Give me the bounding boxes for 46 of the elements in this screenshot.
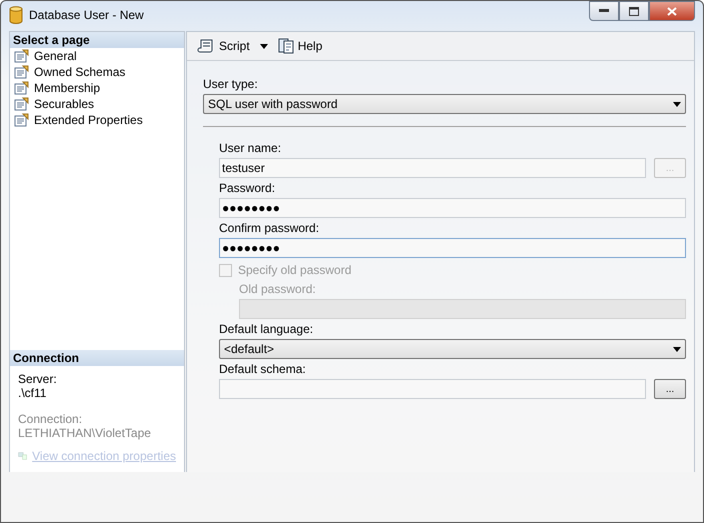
field-label: User name: <box>219 141 282 155</box>
input-field[interactable]: ●●●●●●●● <box>219 198 686 218</box>
server-label: Server: <box>18 372 58 386</box>
page-icon <box>14 97 30 111</box>
maximize-icon <box>629 6 639 16</box>
input-field[interactable] <box>219 379 646 399</box>
input-field[interactable]: ●●●●●●●● <box>219 238 686 258</box>
sidebar-item[interactable]: Securables <box>10 96 184 112</box>
page-icon <box>14 81 30 95</box>
dropdown[interactable]: <default> <box>219 339 686 359</box>
caret-icon <box>673 102 681 106</box>
browse-button[interactable]: ... <box>654 379 686 399</box>
caret-icon <box>673 346 681 352</box>
maximize-button[interactable] <box>619 1 649 21</box>
sidebar-item[interactable]: Membership <box>10 80 184 96</box>
minimize-button[interactable] <box>589 1 619 21</box>
field-label: Confirm password: <box>219 221 320 235</box>
field-label: Old password: <box>239 282 317 296</box>
window-title: Database User - New <box>29 8 144 22</box>
help-book-icon <box>278 38 294 54</box>
minimize-icon <box>599 9 609 13</box>
caret-icon <box>260 44 268 48</box>
field-label: Default schema: <box>219 362 307 376</box>
server-value: .\cf11 <box>18 386 48 400</box>
field-label: User type: <box>203 77 259 91</box>
connection-value: LETHIATHAN\VioletTape <box>18 426 152 440</box>
sidebar-header: Select a page <box>10 32 184 48</box>
input-field[interactable]: testuser <box>219 158 646 178</box>
help-button[interactable]: Help <box>276 36 324 56</box>
close-icon <box>667 6 677 16</box>
script-button[interactable]: Script <box>195 36 270 56</box>
page-icon <box>14 49 30 63</box>
connection-header: Connection <box>10 350 184 366</box>
sidebar-item[interactable]: Owned Schemas <box>10 64 184 80</box>
database-icon <box>9 6 23 24</box>
page-icon <box>14 113 30 127</box>
scroll-icon <box>197 38 215 54</box>
close-button[interactable] <box>649 1 695 21</box>
page-icon <box>14 65 30 79</box>
connection-label: Connection: <box>18 412 84 426</box>
checkbox-label: Specify old password <box>238 263 352 277</box>
sidebar-item[interactable]: Extended Properties <box>10 112 184 128</box>
field-label: Default language: <box>219 322 314 336</box>
dropdown[interactable]: SQL user with password <box>203 94 686 114</box>
sidebar-item[interactable]: General <box>10 48 184 64</box>
field-label: Password: <box>219 181 276 195</box>
